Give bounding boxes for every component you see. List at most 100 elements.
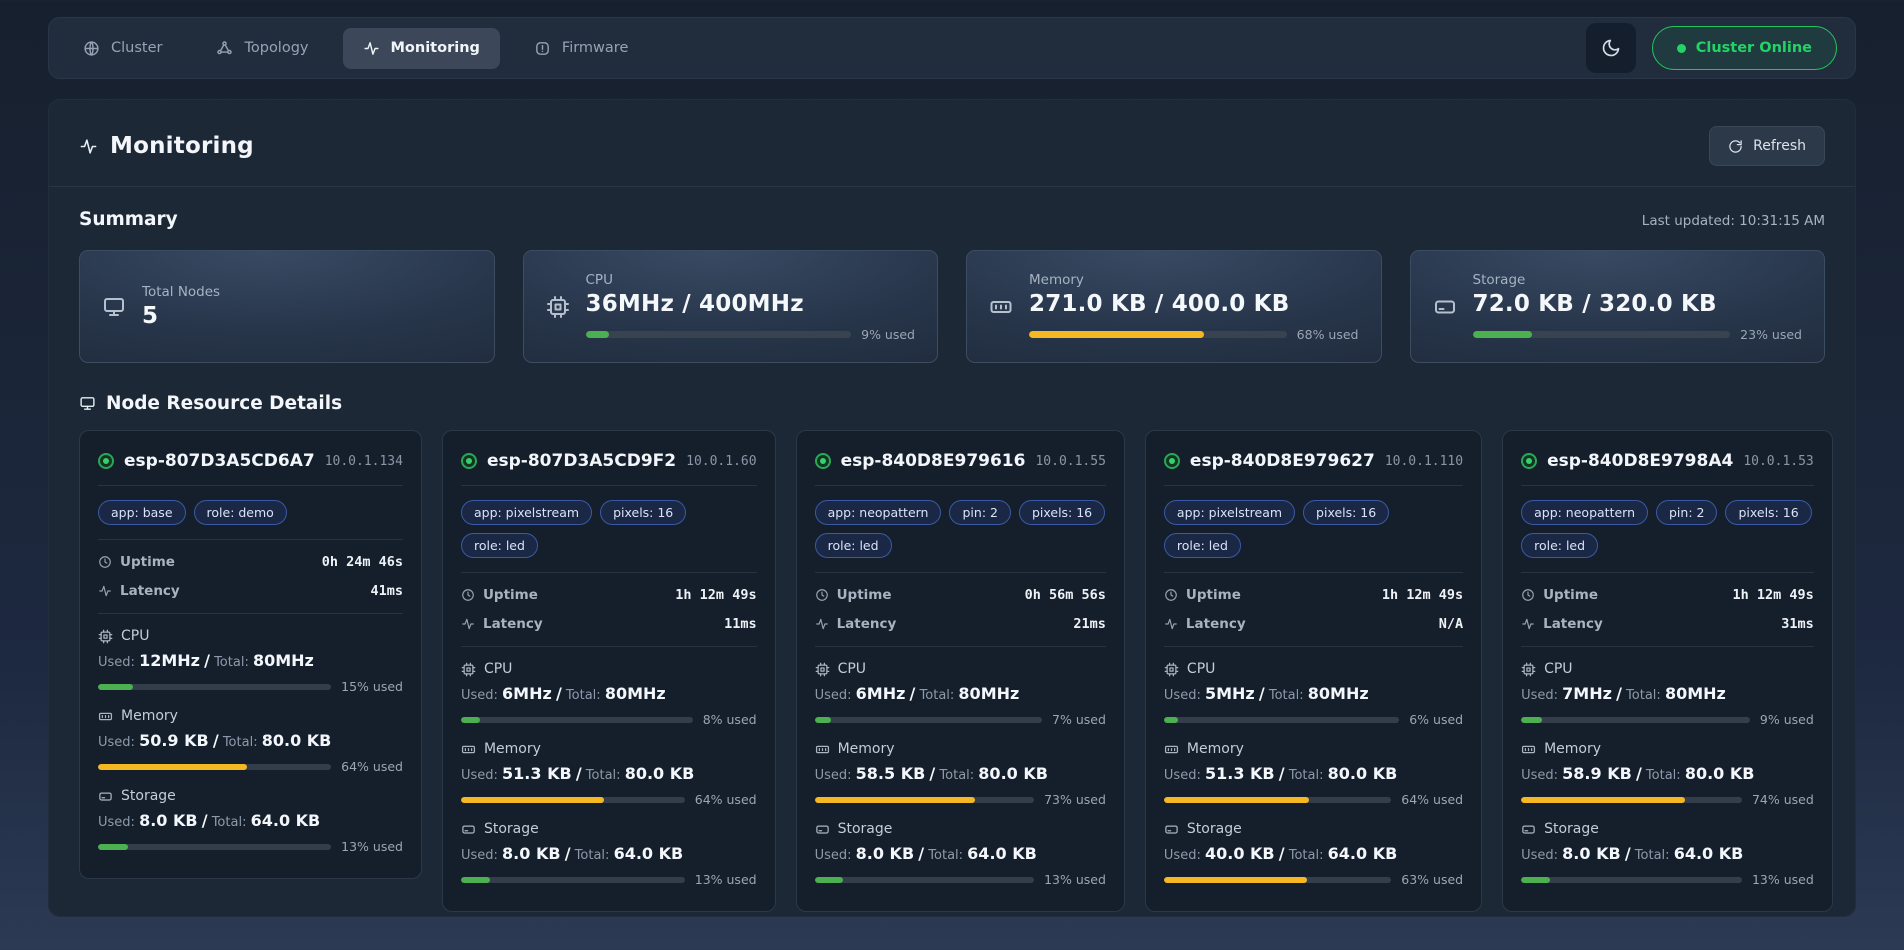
node-tag: pixels: 16 xyxy=(1725,500,1811,525)
tab-monitoring[interactable]: Monitoring xyxy=(343,28,500,69)
progress-fill xyxy=(1521,877,1550,883)
progress-fill xyxy=(98,844,128,850)
latency-label: Latency xyxy=(1164,616,1246,632)
latency-row: LatencyN/A xyxy=(1164,616,1463,632)
storage-section-label: Storage xyxy=(461,821,757,837)
nodes-heading: Node Resource Details xyxy=(106,393,342,414)
storage-icon xyxy=(1164,822,1179,837)
refresh-icon xyxy=(1728,139,1743,154)
cpu-section-label: CPU xyxy=(815,661,1106,677)
summary-card-memory: Memory271.0 KB / 400.0 KB68% used xyxy=(966,250,1382,363)
percent-used-label: 6% used xyxy=(1409,712,1463,727)
latency-row: Latency31ms xyxy=(1521,616,1814,632)
progress-row: 13% used xyxy=(1521,872,1814,887)
summary-card-label: CPU xyxy=(586,272,916,288)
progress-fill xyxy=(815,797,975,803)
node-tags: app: pixelstreampixels: 16role: led xyxy=(1164,500,1463,558)
progress-track xyxy=(1473,331,1731,338)
progress-track xyxy=(1521,877,1742,883)
separator: / xyxy=(565,844,571,863)
uptime-label: Uptime xyxy=(1521,587,1598,603)
latency-value: 21ms xyxy=(1073,616,1106,632)
nodes-grid: esp-807D3A5CD6A710.0.1.134app: baserole:… xyxy=(79,430,1825,912)
summary-card-value: 72.0 KB / 320.0 KB xyxy=(1473,291,1803,317)
cpu-usage-text: Used: 12MHz / Total: 80MHz xyxy=(98,651,403,670)
divider xyxy=(1164,572,1463,573)
cpu-used-value: 6MHz xyxy=(502,684,552,703)
cpu-used-value: 7MHz xyxy=(1562,684,1612,703)
uptime-value: 0h 56m 56s xyxy=(1025,587,1106,603)
top-nav: Cluster Topology Monitoring Firmware Cluste… xyxy=(48,17,1856,79)
node-card-header: esp-840D8E97961610.0.1.55 xyxy=(815,451,1106,471)
node-tag: role: led xyxy=(1521,533,1598,558)
divider xyxy=(461,572,757,573)
storage-section-label: Storage xyxy=(815,821,1106,837)
node-tags: app: neopatternpin: 2pixels: 16role: led xyxy=(815,500,1106,558)
percent-used-label: 13% used xyxy=(695,872,757,887)
progress-fill xyxy=(1473,331,1532,338)
storage-usage-text: Used: 8.0 KB / Total: 64.0 KB xyxy=(815,844,1106,863)
tab-firmware[interactable]: Firmware xyxy=(514,28,648,69)
divider xyxy=(1521,646,1814,647)
memory-section-label: Memory xyxy=(461,741,757,757)
clock-icon xyxy=(815,588,829,602)
summary-heading: Summary xyxy=(79,209,178,230)
node-ip: 10.0.1.134 xyxy=(325,454,403,469)
theme-toggle-button[interactable] xyxy=(1586,23,1636,73)
latency-row: Latency11ms xyxy=(461,616,757,632)
memory-total-value: 80.0 KB xyxy=(978,764,1048,783)
activity-icon xyxy=(815,617,829,631)
activity-icon xyxy=(98,584,112,598)
percent-used-label: 13% used xyxy=(1752,872,1814,887)
cpu-icon xyxy=(815,662,830,677)
header-divider xyxy=(49,186,1855,187)
cpu-section-label: CPU xyxy=(1521,661,1814,677)
separator: / xyxy=(1625,844,1631,863)
storage-total-value: 64.0 KB xyxy=(1674,844,1744,863)
separator: / xyxy=(213,731,219,750)
activity-icon xyxy=(363,40,380,57)
uptime-label: Uptime xyxy=(1164,587,1241,603)
uptime-value: 1h 12m 49s xyxy=(1732,587,1813,603)
storage-section-label: Storage xyxy=(98,788,403,804)
percent-used-label: 68% used xyxy=(1297,327,1359,342)
storage-used-value: 40.0 KB xyxy=(1205,844,1275,863)
separator: / xyxy=(1279,844,1285,863)
memory-total-value: 80.0 KB xyxy=(625,764,695,783)
node-card: esp-840D8E97962710.0.1.110app: pixelstre… xyxy=(1145,430,1482,912)
progress-row: 68% used xyxy=(1029,327,1359,342)
tab-cluster[interactable]: Cluster xyxy=(63,28,182,69)
node-tag: role: demo xyxy=(194,500,287,525)
progress-row: 13% used xyxy=(815,872,1106,887)
progress-track xyxy=(461,877,685,883)
progress-track xyxy=(1164,717,1399,723)
node-tag: pixels: 16 xyxy=(1303,500,1389,525)
nav-tabs: Cluster Topology Monitoring Firmware xyxy=(63,28,648,69)
storage-section: StorageUsed: 8.0 KB / Total: 64.0 KB13% … xyxy=(1521,821,1814,887)
tab-topology[interactable]: Topology xyxy=(196,28,328,69)
progress-track xyxy=(1521,797,1742,803)
node-tag: pin: 2 xyxy=(1656,500,1717,525)
percent-used-label: 9% used xyxy=(1760,712,1814,727)
memory-section-label: Memory xyxy=(1521,741,1814,757)
last-updated-label: Last updated: 10:31:15 AM xyxy=(1642,213,1825,229)
cpu-total-value: 80MHz xyxy=(958,684,1019,703)
node-online-dot-icon xyxy=(98,453,114,469)
refresh-button[interactable]: Refresh xyxy=(1709,126,1825,166)
tab-label: Cluster xyxy=(111,40,162,56)
storage-icon xyxy=(461,822,476,837)
percent-used-label: 64% used xyxy=(341,759,403,774)
tab-label: Firmware xyxy=(562,40,628,56)
cpu-section: CPUUsed: 7MHz / Total: 80MHz9% used xyxy=(1521,661,1814,727)
uptime-label: Uptime xyxy=(461,587,538,603)
uptime-row: Uptime0h 56m 56s xyxy=(815,587,1106,603)
node-tag: role: led xyxy=(1164,533,1241,558)
memory-icon xyxy=(815,742,830,757)
progress-fill xyxy=(461,877,490,883)
uptime-value: 0h 24m 46s xyxy=(322,554,403,570)
divider xyxy=(815,485,1106,486)
divider xyxy=(1521,485,1814,486)
cpu-total-value: 80MHz xyxy=(605,684,666,703)
separator: / xyxy=(929,764,935,783)
separator: / xyxy=(1636,764,1642,783)
